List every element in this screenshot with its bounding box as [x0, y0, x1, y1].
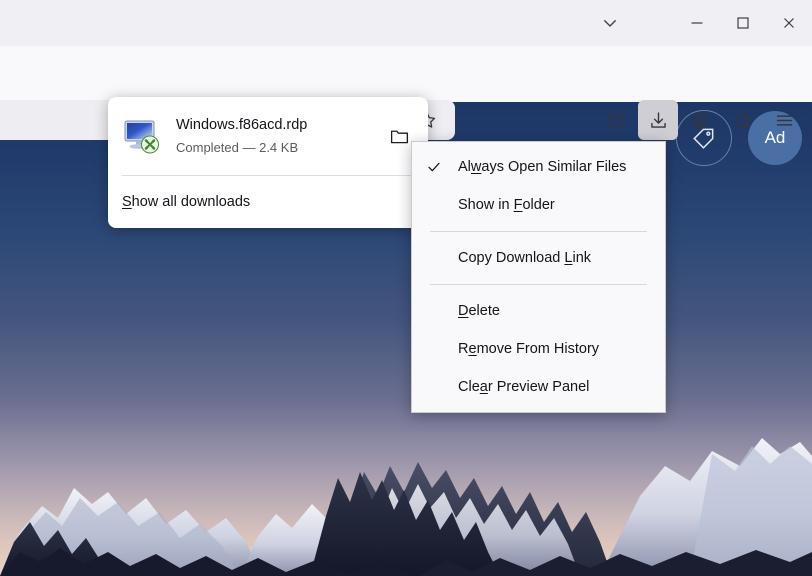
menu-item-delete[interactable]: Delete	[412, 292, 665, 330]
close-button[interactable]	[766, 0, 812, 46]
pocket-icon[interactable]	[596, 100, 636, 140]
menu-icon[interactable]	[764, 100, 804, 140]
menu-item-show-in-folder[interactable]: Show in Folder	[412, 186, 665, 224]
menu-item-label: Remove From History	[458, 341, 599, 357]
show-all-downloads-label: Show all downloads	[122, 194, 250, 210]
minimize-button[interactable]	[674, 0, 720, 46]
extensions-icon[interactable]	[722, 100, 762, 140]
account-icon[interactable]	[680, 100, 720, 140]
navigation-toolbar	[0, 46, 812, 102]
menu-separator	[430, 231, 647, 232]
menu-item-label: Show in Folder	[458, 197, 555, 213]
downloads-panel: Windows.f86acd.rdp Completed — 2.4 KB Sh…	[108, 97, 428, 228]
menu-item-label: Delete	[458, 303, 500, 319]
menu-item-label: Copy Download Link	[458, 250, 591, 266]
maximize-button[interactable]	[720, 0, 766, 46]
download-status: Completed — 2.4 KB	[176, 138, 384, 158]
download-context-menu: Always Open Similar Files Show in Folder…	[411, 141, 666, 413]
menu-item-copy-download-link[interactable]: Copy Download Link	[412, 239, 665, 277]
menu-item-clear-preview-panel[interactable]: Clear Preview Panel	[412, 368, 665, 406]
toolbar-icon-group	[596, 100, 804, 140]
download-info: Windows.f86acd.rdp Completed — 2.4 KB	[176, 115, 384, 158]
download-file-name: Windows.f86acd.rdp	[176, 115, 384, 135]
browser-window: Ad	[0, 0, 812, 576]
tab-list-chevron-down-icon[interactable]	[584, 0, 636, 46]
menu-separator	[430, 284, 647, 285]
menu-item-remove-from-history[interactable]: Remove From History	[412, 330, 665, 368]
menu-item-label: Clear Preview Panel	[458, 379, 589, 395]
mountain-range-image	[0, 346, 812, 576]
downloads-icon[interactable]	[638, 100, 678, 140]
tab-strip	[0, 0, 812, 46]
menu-item-always-open-similar-files[interactable]: Always Open Similar Files	[412, 148, 665, 186]
menu-item-label: Always Open Similar Files	[458, 159, 626, 175]
checkmark-icon	[426, 159, 458, 175]
download-item[interactable]: Windows.f86acd.rdp Completed — 2.4 KB	[108, 97, 428, 175]
folder-icon[interactable]	[384, 121, 414, 151]
show-all-downloads-button[interactable]: Show all downloads	[108, 176, 428, 228]
window-controls	[674, 0, 812, 46]
rdp-file-icon	[122, 116, 162, 156]
